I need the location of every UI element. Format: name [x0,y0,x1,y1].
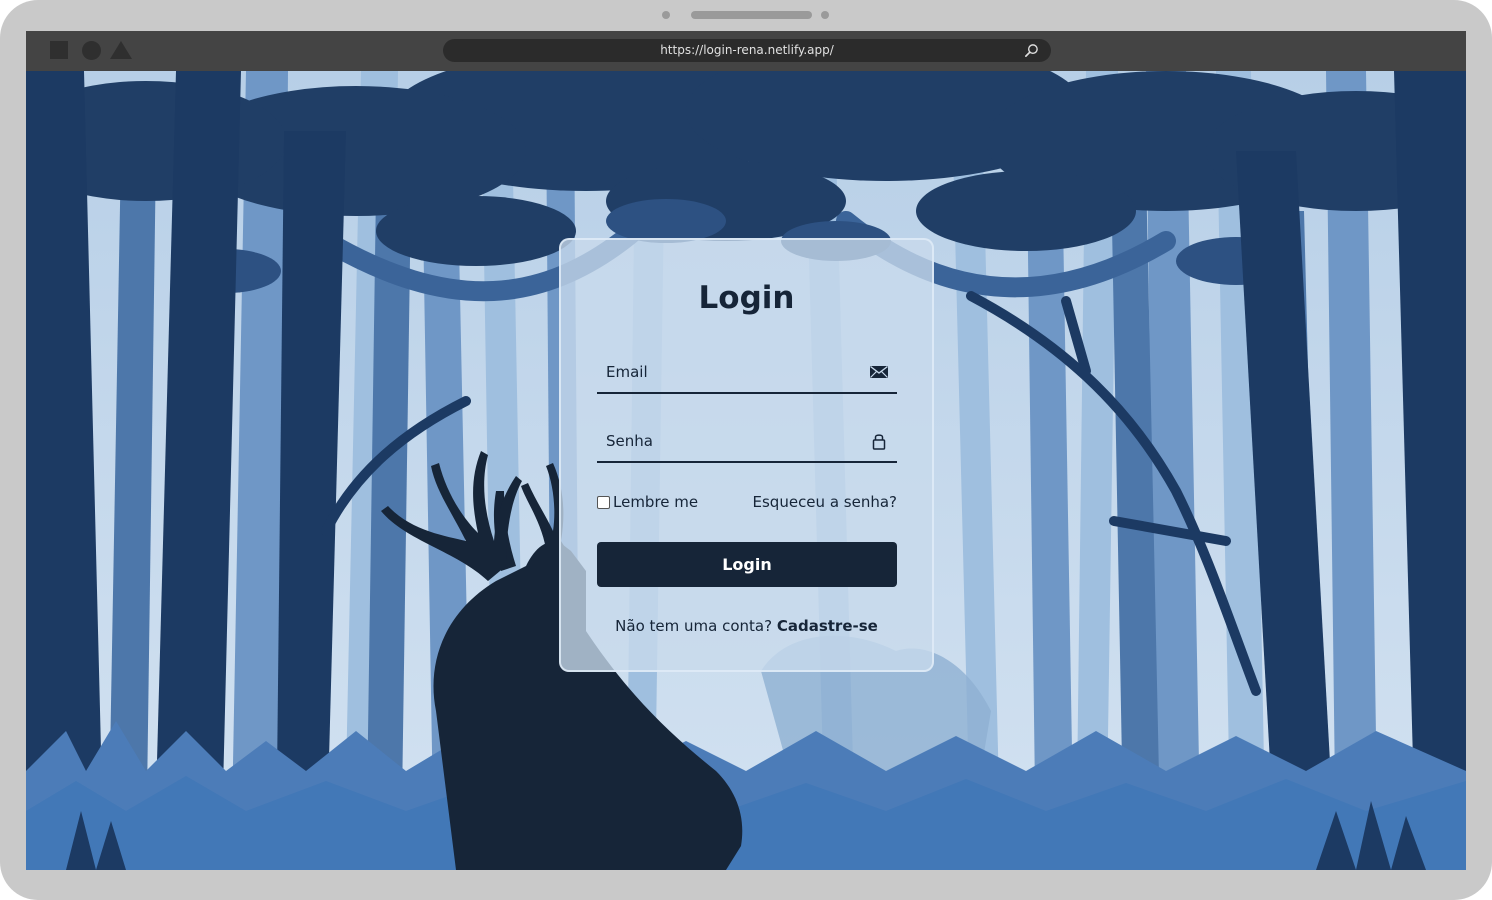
screen: https://login-rena.netlify.app/ Login Em… [26,31,1466,870]
no-account-text: Não tem uma conta? [615,617,773,635]
register-prompt: Não tem uma conta? Cadastre-se [561,617,932,635]
search-icon[interactable] [1024,43,1039,58]
forgot-password-link[interactable]: Esqueceu a senha? [753,493,897,511]
speaker-grille [691,11,812,19]
camera-dot-right [821,11,829,19]
triangle-icon[interactable] [110,41,132,59]
login-title: Login [698,280,795,316]
register-link[interactable]: Cadastre-se [777,617,878,635]
remember-me[interactable]: Lembre me [597,493,698,511]
login-options-row: Lembre me Esqueceu a senha? [597,493,897,513]
camera-dot-left [662,11,670,19]
browser-toolbar: https://login-rena.netlify.app/ [26,31,1466,71]
email-field-wrapper [597,352,897,394]
circle-icon[interactable] [82,41,101,60]
login-card: Login Lembre me [559,238,934,672]
laptop-frame: https://login-rena.netlify.app/ Login Em… [0,0,1492,900]
password-field-wrapper [597,421,897,463]
envelope-icon [870,365,888,378]
login-button[interactable]: Login [597,542,897,587]
address-bar[interactable]: https://login-rena.netlify.app/ [443,39,1051,62]
url-text: https://login-rena.netlify.app/ [660,43,834,57]
password-field[interactable] [597,421,857,461]
lock-icon [872,434,886,450]
email-field[interactable] [597,352,857,392]
remember-checkbox[interactable] [597,495,610,509]
remember-label: Lembre me [613,493,699,511]
square-icon[interactable] [50,41,68,59]
